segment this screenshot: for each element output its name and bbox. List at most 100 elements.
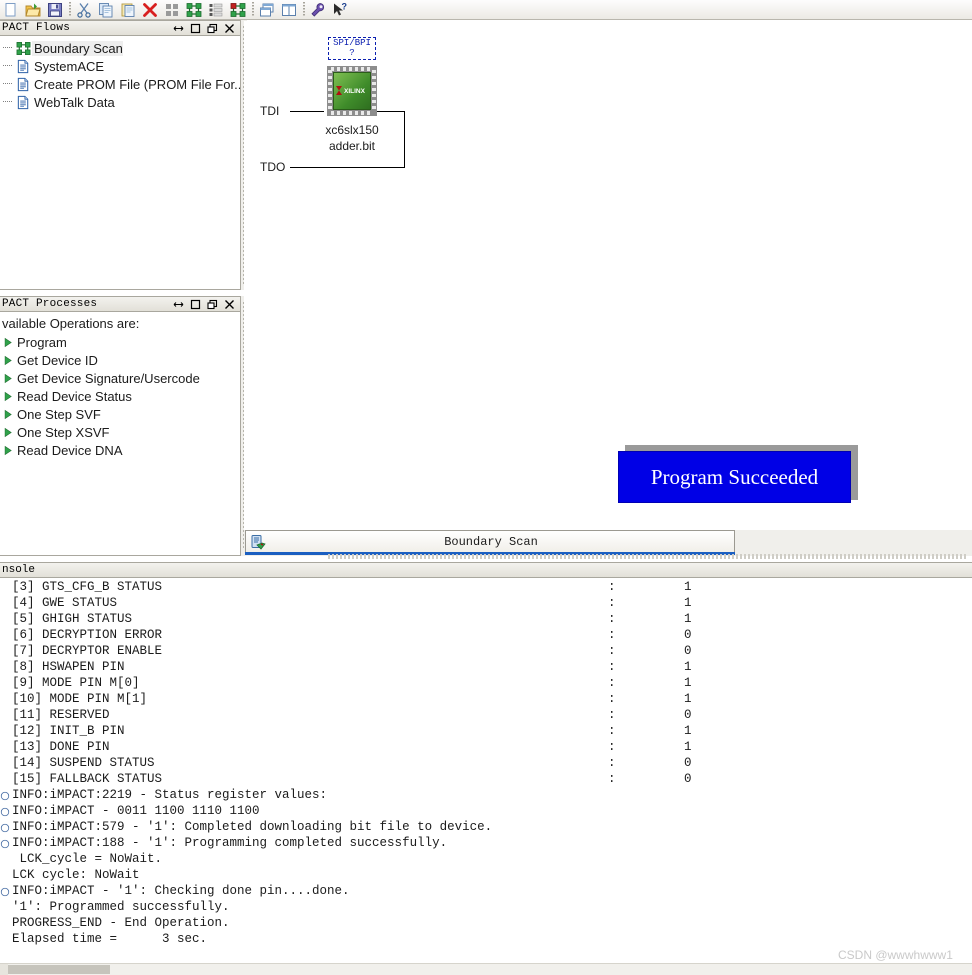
cascade-windows-button[interactable] bbox=[256, 0, 278, 19]
console-message-text: INFO:iMPACT:2219 - Status register value… bbox=[12, 788, 327, 802]
console-status-line: [3] GTS_CFG_B STATUS:1 bbox=[0, 579, 972, 595]
xilinx-logo-icon: XILINX bbox=[335, 85, 369, 96]
boundary-scan-canvas[interactable]: TDI bbox=[244, 21, 972, 530]
chain-green-icon bbox=[14, 41, 32, 56]
status-line-label: [4] GWE STATUS bbox=[12, 596, 117, 610]
process-operation-item[interactable]: One Step XSVF bbox=[0, 423, 240, 441]
process-operation-item[interactable]: Read Device Status bbox=[0, 387, 240, 405]
console-status-register-table: [3] GTS_CFG_B STATUS:1[4] GWE STATUS:1[5… bbox=[0, 579, 972, 787]
process-operation-label: Read Device Status bbox=[16, 389, 132, 404]
impact-flows-tree[interactable]: Boundary Scan SystemACE Create PROM File (… bbox=[0, 36, 241, 290]
green-arrow-icon bbox=[0, 337, 16, 348]
boundary-scan-chain-button[interactable] bbox=[227, 0, 249, 19]
status-line-value: 0 bbox=[684, 627, 692, 643]
device-bit-file: adder.bit bbox=[302, 138, 402, 154]
process-operation-label: Get Device Signature/Usercode bbox=[16, 371, 200, 386]
scrollbar-left-cap[interactable] bbox=[0, 964, 8, 975]
delete-button[interactable] bbox=[139, 0, 161, 19]
impact-flows-window-buttons bbox=[173, 23, 240, 34]
console-status-line: [5] GHIGH STATUS:1 bbox=[0, 611, 972, 627]
green-arrow-icon bbox=[0, 391, 16, 402]
status-line-label: [12] INIT_B PIN bbox=[12, 724, 125, 738]
close-icon[interactable] bbox=[224, 23, 235, 34]
float-icon[interactable] bbox=[173, 23, 184, 34]
add-device-button[interactable] bbox=[161, 0, 183, 19]
spi-bpi-attached-flash-box[interactable]: SPI/BPI ? bbox=[328, 37, 376, 60]
float-icon[interactable] bbox=[173, 299, 184, 310]
flows-tree-item[interactable]: Boundary Scan bbox=[0, 40, 240, 56]
tree-connector bbox=[2, 94, 14, 110]
cut-button[interactable] bbox=[73, 0, 95, 19]
restore-icon[interactable] bbox=[207, 299, 218, 310]
tabstrip-dotted-rule bbox=[328, 554, 968, 559]
green-arrow-icon bbox=[0, 355, 16, 366]
console-message-line: INFO:iMPACT:2219 - Status register value… bbox=[0, 787, 972, 803]
console-message-text: PROGRESS_END - End Operation. bbox=[12, 916, 230, 930]
horizontal-scrollbar[interactable] bbox=[0, 963, 972, 975]
fpga-device-chip[interactable]: XILINX bbox=[327, 66, 377, 116]
paste-button[interactable] bbox=[117, 0, 139, 19]
console-status-line: [12] INIT_B PIN:1 bbox=[0, 723, 972, 739]
scissors-icon bbox=[76, 2, 92, 18]
arrow-question-icon: ? bbox=[332, 2, 348, 18]
operations-container: ProgramGet Device ID Get Device Signature… bbox=[0, 333, 240, 459]
chain-red-green-icon bbox=[230, 2, 246, 18]
program-succeeded-dialog[interactable]: Program Succeeded bbox=[618, 451, 851, 503]
impact-processes-list[interactable]: vailable Operations are: ProgramGet Devi… bbox=[0, 312, 241, 556]
grid-gray-icon bbox=[164, 2, 180, 18]
status-line-colon: : bbox=[608, 611, 616, 627]
context-help-button[interactable]: ? bbox=[329, 0, 351, 19]
flows-tree-item-label: SystemACE bbox=[32, 59, 104, 74]
status-line-colon: : bbox=[608, 643, 616, 659]
tile-windows-button[interactable] bbox=[278, 0, 300, 19]
flows-tree-item[interactable]: WebTalk Data bbox=[0, 94, 240, 110]
chain-button[interactable] bbox=[183, 0, 205, 19]
tree-connector bbox=[2, 58, 14, 74]
maximize-icon[interactable] bbox=[190, 299, 201, 310]
copy-button[interactable] bbox=[95, 0, 117, 19]
process-operation-label: Read Device DNA bbox=[16, 443, 123, 458]
open-folder-icon bbox=[25, 2, 41, 18]
process-operation-item[interactable]: One Step SVF bbox=[0, 405, 240, 423]
process-operation-item[interactable]: Get Device Signature/Usercode bbox=[0, 369, 240, 387]
tdo-label: TDO bbox=[260, 160, 285, 174]
status-line-label: [10] MODE PIN M[1] bbox=[12, 692, 147, 706]
console-message-text: LCK cycle: NoWait bbox=[12, 868, 140, 882]
process-operation-item[interactable]: Read Device DNA bbox=[0, 441, 240, 459]
open-file-button[interactable] bbox=[22, 0, 44, 19]
impact-processes-panel-titlebar: PACT Processes bbox=[0, 296, 241, 312]
console-status-line: [6] DECRYPTION ERROR:0 bbox=[0, 627, 972, 643]
status-line-colon: : bbox=[608, 739, 616, 755]
status-line-label: [3] GTS_CFG_B STATUS bbox=[12, 580, 162, 594]
process-operation-label: One Step SVF bbox=[16, 407, 101, 422]
process-operation-item[interactable]: Get Device ID bbox=[0, 351, 240, 369]
separator-1 bbox=[66, 1, 73, 19]
flows-tree-item-label: WebTalk Data bbox=[32, 95, 115, 110]
tab-boundary-scan-label: Boundary Scan bbox=[272, 535, 734, 549]
red-x-icon bbox=[142, 2, 158, 18]
status-line-label: [5] GHIGH STATUS bbox=[12, 612, 132, 626]
save-button[interactable] bbox=[44, 0, 66, 19]
flows-tree-item[interactable]: SystemACE bbox=[0, 58, 240, 74]
console-message-line: PROGRESS_END - End Operation. bbox=[0, 915, 972, 931]
info-marker-icon bbox=[0, 806, 10, 816]
close-icon[interactable] bbox=[224, 299, 235, 310]
tdo-wire bbox=[290, 167, 405, 168]
tab-boundary-scan[interactable]: Boundary Scan bbox=[245, 530, 735, 552]
flows-tree-item[interactable]: Create PROM File (PROM File For... bbox=[0, 76, 240, 92]
spi-bpi-sublabel: ? bbox=[349, 48, 354, 58]
console-status-line: [8] HSWAPEN PIN:1 bbox=[0, 659, 972, 675]
process-operation-item[interactable]: Program bbox=[0, 333, 240, 351]
preferences-button[interactable] bbox=[307, 0, 329, 19]
scrollbar-thumb[interactable] bbox=[8, 965, 110, 974]
list-button[interactable] bbox=[205, 0, 227, 19]
separator-2 bbox=[249, 1, 256, 19]
new-file-button[interactable] bbox=[0, 0, 22, 19]
console-output[interactable]: [3] GTS_CFG_B STATUS:1[4] GWE STATUS:1[5… bbox=[0, 579, 972, 961]
available-operations-heading: vailable Operations are: bbox=[0, 312, 240, 333]
restore-icon[interactable] bbox=[207, 23, 218, 34]
console-message-text: Elapsed time = 3 sec. bbox=[12, 932, 207, 946]
impact-flows-title-text: PACT Flows bbox=[0, 22, 70, 34]
maximize-icon[interactable] bbox=[190, 23, 201, 34]
flows-tree-item-label: Boundary Scan bbox=[32, 41, 123, 56]
